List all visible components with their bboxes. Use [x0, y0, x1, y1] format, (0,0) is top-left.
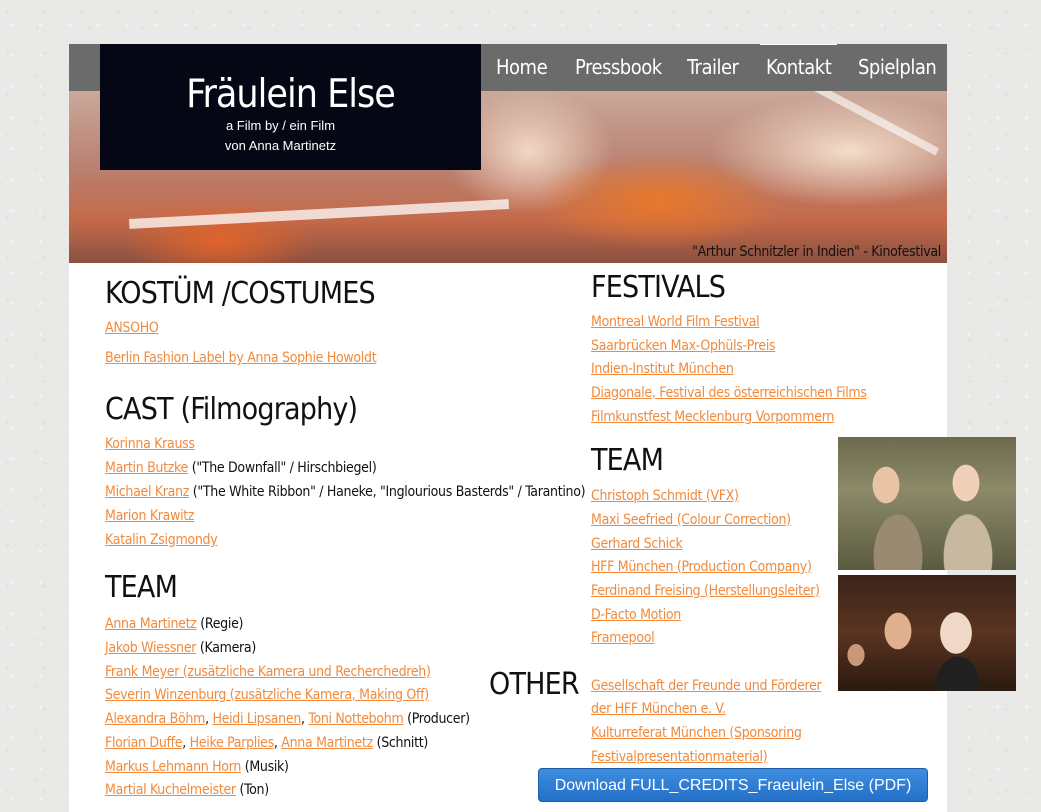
other-link[interactable]: der HFF München e. V.	[591, 701, 726, 717]
festival-row: Indien-Institut München	[591, 361, 734, 377]
nav-pressbook[interactable]: Pressbook	[575, 44, 662, 91]
site-subtitle: a Film by / ein Film von Anna Martinetz	[100, 116, 481, 156]
hero-caption: "Arthur Schnitzler in Indien" - Kinofest…	[692, 244, 941, 260]
team-link[interactable]: Jakob Wiessner	[105, 640, 196, 656]
cast-note: ("The White Ribbon" / Haneke, "Inglourio…	[189, 484, 586, 500]
cast-heading: CAST (Filmography)	[105, 392, 358, 427]
festival-row: Filmkunstfest Mecklenburg Vorpommern	[591, 409, 834, 425]
hero-rail-decoration	[128, 199, 510, 229]
team-row: Framepool	[591, 630, 655, 646]
team-link[interactable]: Framepool	[591, 630, 655, 646]
cast-row: Korinna Krauss	[105, 436, 195, 452]
costume-link-row: ANSOHO	[105, 320, 159, 336]
team-link[interactable]: Martial Kuchelmeister	[105, 782, 236, 798]
team-row: Jakob Wiessner (Kamera)	[105, 640, 256, 656]
team-link[interactable]: Severin Winzenburg (zusätzliche Kamera, …	[105, 687, 429, 703]
nav-kontakt[interactable]: Kontakt	[759, 44, 838, 91]
cast-link[interactable]: Korinna Krauss	[105, 436, 195, 452]
festival-link[interactable]: Saarbrücken Max-Ophüls-Preis	[591, 338, 776, 354]
cast-link[interactable]: Michael Kranz	[105, 484, 189, 500]
costume-link[interactable]: Berlin Fashion Label by Anna Sophie Howo…	[105, 350, 377, 366]
cast-link[interactable]: Martin Butzke	[105, 460, 188, 476]
nav-trailer[interactable]: Trailer	[687, 44, 739, 91]
other-row: Gesellschaft der Freunde und Förderer	[591, 678, 822, 694]
team-link[interactable]: Anna Martinetz	[105, 616, 197, 632]
team-row: Martial Kuchelmeister (Ton)	[105, 782, 269, 798]
festival-row: Montreal World Film Festival	[591, 314, 760, 330]
festival-link[interactable]: Filmkunstfest Mecklenburg Vorpommern	[591, 409, 834, 425]
other-row: Kulturreferat München (Sponsoring	[591, 725, 802, 741]
nav-home[interactable]: Home	[496, 44, 548, 91]
festival-link[interactable]: Indien-Institut München	[591, 361, 734, 377]
site-logo[interactable]: Fräulein Else a Film by / ein Film von A…	[100, 44, 481, 170]
team-row: D-Facto Motion	[591, 607, 681, 623]
team-row: HFF München (Production Company)	[591, 559, 812, 575]
team-row: Severin Winzenburg (zusätzliche Kamera, …	[105, 687, 429, 703]
cast-row: Martin Butzke ("The Downfall" / Hirschbi…	[105, 460, 377, 476]
team-link[interactable]: Frank Meyer (zusätzliche Kamera und Rech…	[105, 664, 431, 680]
team-link[interactable]: Maxi Seefried (Colour Correction)	[591, 512, 791, 528]
team-link[interactable]: Markus Lehmann Horn	[105, 759, 241, 775]
other-link[interactable]: Festivalpresentationmaterial)	[591, 749, 768, 765]
team-role: (Schnitt)	[372, 735, 429, 751]
team-row: Frank Meyer (zusätzliche Kamera und Rech…	[105, 664, 431, 680]
costume-link-row: Berlin Fashion Label by Anna Sophie Howo…	[105, 350, 377, 366]
team-heading: TEAM	[105, 570, 178, 605]
film-still-image	[838, 575, 1016, 691]
team-role: (Regie)	[196, 616, 244, 632]
team-link[interactable]: Ferdinand Freising (Herstellungsleiter)	[591, 583, 820, 599]
team-link[interactable]: Gerhard Schick	[591, 536, 683, 552]
team-link[interactable]: Christoph Schmidt (VFX)	[591, 488, 739, 504]
festival-row: Diagonale, Festival des österreichischen…	[591, 385, 867, 401]
cast-link[interactable]: Marion Krawitz	[105, 508, 195, 524]
subtitle-line: a Film by / ein Film	[225, 118, 336, 133]
team-role: (Musik)	[241, 759, 289, 775]
team-row: Christoph Schmidt (VFX)	[591, 488, 739, 504]
team-row: Anna Martinetz (Regie)	[105, 616, 243, 632]
team-link[interactable]: D-Facto Motion	[591, 607, 681, 623]
other-link[interactable]: Kulturreferat München (Sponsoring	[591, 725, 802, 741]
team-row: Gerhard Schick	[591, 536, 683, 552]
team-role: (Ton)	[235, 782, 269, 798]
team-row: Maxi Seefried (Colour Correction)	[591, 512, 791, 528]
download-credits-button[interactable]: Download FULL_CREDITS_Fraeulein_Else (PD…	[538, 768, 928, 802]
cast-row: Marion Krawitz	[105, 508, 195, 524]
team-heading: TEAM	[591, 443, 664, 478]
festival-row: Saarbrücken Max-Ophüls-Preis	[591, 338, 776, 354]
team-row: Markus Lehmann Horn (Musik)	[105, 759, 289, 775]
team-link[interactable]: Anna Martinetz	[281, 735, 373, 751]
team-link[interactable]: Heidi Lipsanen	[212, 711, 301, 727]
site-title: Fräulein Else	[186, 72, 396, 117]
team-link[interactable]: Alexandra Böhm	[105, 711, 205, 727]
cast-link[interactable]: Katalin Zsigmondy	[105, 532, 218, 548]
team-row: Florian Duffe, Heike Parplies, Anna Mart…	[105, 735, 428, 751]
subtitle-line: von Anna Martinetz	[224, 138, 337, 153]
nav-spielplan[interactable]: Spielplan	[858, 44, 937, 91]
team-link[interactable]: Heike Parplies	[190, 735, 275, 751]
hero-rail-decoration	[758, 91, 940, 156]
team-role: (Kamera)	[196, 640, 256, 656]
festival-link[interactable]: Diagonale, Festival des österreichischen…	[591, 385, 867, 401]
festivals-heading: FESTIVALS	[591, 270, 726, 305]
team-role: (Producer)	[403, 711, 470, 727]
other-row: Festivalpresentationmaterial)	[591, 749, 768, 765]
film-still-image	[838, 437, 1016, 570]
cast-row: Katalin Zsigmondy	[105, 532, 218, 548]
costume-link[interactable]: ANSOHO	[105, 320, 159, 336]
team-row: Alexandra Böhm, Heidi Lipsanen, Toni Not…	[105, 711, 470, 727]
festival-link[interactable]: Montreal World Film Festival	[591, 314, 760, 330]
other-row: der HFF München e. V.	[591, 701, 726, 717]
other-heading: OTHER	[489, 667, 580, 702]
team-row: Ferdinand Freising (Herstellungsleiter)	[591, 583, 820, 599]
team-link[interactable]: Toni Nottebohm	[308, 711, 403, 727]
other-link[interactable]: Gesellschaft der Freunde und Förderer	[591, 678, 822, 694]
costumes-heading: KOSTÜM /COSTUMES	[105, 276, 376, 311]
cast-row: Michael Kranz ("The White Ribbon" / Hane…	[105, 484, 586, 500]
team-link[interactable]: Florian Duffe	[105, 735, 183, 751]
team-link[interactable]: HFF München (Production Company)	[591, 559, 812, 575]
cast-note: ("The Downfall" / Hirschbiegel)	[188, 460, 377, 476]
